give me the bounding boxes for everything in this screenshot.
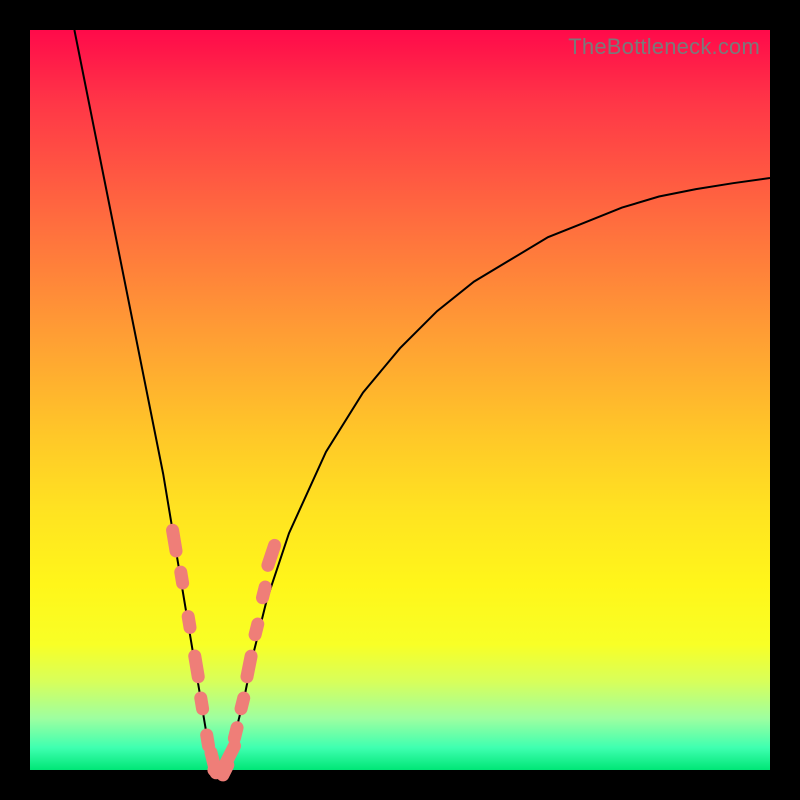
marker-capsule	[173, 565, 190, 591]
marker-capsule	[260, 537, 283, 573]
plot-frame: TheBottleneck.com	[30, 30, 770, 770]
marker-capsule	[187, 649, 205, 685]
marker-capsule	[255, 579, 273, 605]
bottleneck-curve	[74, 30, 770, 770]
marker-capsule	[247, 616, 265, 642]
marker-capsule	[165, 523, 183, 559]
marker-capsule	[239, 648, 258, 684]
marker-layer	[165, 523, 283, 784]
marker-capsule	[193, 690, 210, 716]
bottleneck-chart	[30, 30, 770, 770]
marker-capsule	[181, 609, 198, 635]
marker-capsule	[227, 720, 245, 746]
marker-capsule	[233, 690, 251, 716]
